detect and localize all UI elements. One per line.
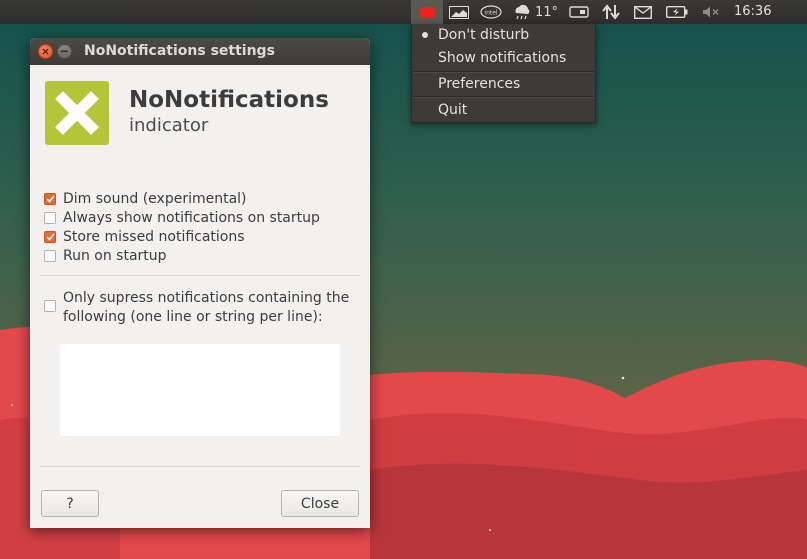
filter-textarea[interactable] [60, 344, 340, 436]
separator [40, 275, 360, 276]
menu-separator [413, 96, 594, 98]
option-store-missed[interactable]: Store missed notifications [44, 228, 245, 246]
mail-icon[interactable] [630, 0, 656, 24]
option-label: Run on startup [63, 248, 167, 264]
indicator-menu: Don't disturb Show notifications Prefere… [411, 24, 596, 123]
weather-icon [515, 4, 530, 20]
option-run-on-startup[interactable]: Run on startup [44, 247, 167, 265]
svg-text:intel: intel [484, 10, 498, 17]
sound-muted-icon[interactable] [698, 0, 724, 24]
app-subtitle: indicator [129, 115, 209, 136]
temperature-label: 11° [534, 4, 559, 20]
option-label: Always show notifications on startup [63, 210, 320, 226]
separator [40, 466, 360, 467]
network-updown-icon[interactable] [598, 0, 624, 24]
x-logo-icon [55, 91, 99, 135]
close-button[interactable]: Close [281, 490, 359, 517]
window-minimize-button[interactable] [57, 44, 72, 59]
intel-icon[interactable]: intel [477, 0, 505, 24]
checkbox-checked[interactable] [44, 193, 56, 205]
filter-option-label: Only supress notifications containing th… [63, 290, 350, 325]
checkbox-unchecked[interactable] [44, 212, 56, 224]
selected-bullet-icon [422, 32, 428, 38]
removable-drive-icon[interactable] [566, 0, 592, 24]
top-panel: intel 11° 16:36 [0, 0, 807, 24]
menu-item-dont-disturb[interactable]: Don't disturb [438, 24, 529, 46]
clock[interactable]: 16:36 [734, 0, 771, 24]
indicator-red-square [419, 6, 435, 18]
check-icon [45, 233, 55, 241]
weather-indicator[interactable]: 11° [510, 0, 560, 24]
checkbox-checked[interactable] [44, 231, 56, 243]
option-label: Store missed notifications [63, 229, 245, 245]
help-button[interactable]: ? [41, 490, 99, 517]
app-name: NoNotifications [129, 87, 329, 113]
window-titlebar[interactable]: NoNotifications settings [30, 38, 370, 65]
settings-window: NoNotifications settings NoNotifications… [30, 38, 370, 528]
menu-item-quit[interactable]: Quit [438, 99, 467, 121]
window-title: NoNotifications settings [84, 43, 275, 59]
checkbox-unchecked[interactable] [44, 250, 56, 262]
option-always-show[interactable]: Always show notifications on startup [44, 209, 320, 227]
minimize-icon [61, 50, 68, 53]
filter-checkbox[interactable] [44, 300, 56, 312]
battery-icon[interactable] [663, 0, 691, 24]
option-label: Dim sound (experimental) [63, 191, 247, 207]
check-icon [45, 195, 55, 203]
nonotifications-indicator-icon[interactable] [411, 0, 443, 24]
close-icon [42, 48, 49, 55]
option-dim-sound[interactable]: Dim sound (experimental) [44, 190, 247, 208]
menu-item-show-notifications[interactable]: Show notifications [438, 47, 566, 69]
window-close-button[interactable] [38, 44, 53, 59]
app-logo [45, 81, 109, 145]
menu-item-preferences[interactable]: Preferences [438, 73, 520, 95]
system-monitor-icon[interactable] [446, 0, 472, 24]
